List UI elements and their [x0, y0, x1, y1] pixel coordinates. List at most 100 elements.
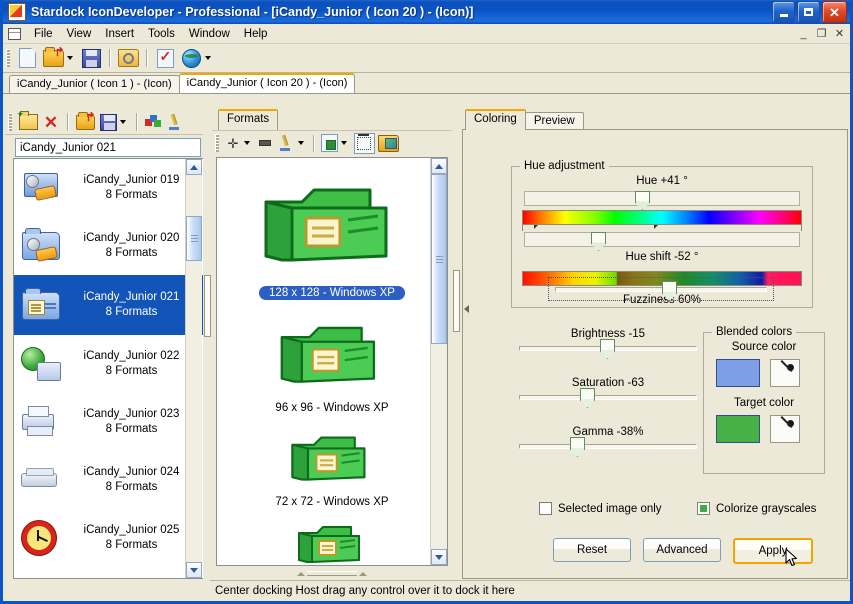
tab-preview[interactable]: Preview [525, 112, 584, 130]
gamma-slider-thumb[interactable] [570, 437, 585, 457]
splitter-right[interactable] [452, 110, 459, 579]
menu-window[interactable]: Window [182, 26, 237, 42]
scroll-down-button[interactable] [186, 562, 202, 578]
save-dropdown-icon[interactable] [120, 120, 126, 124]
selected-image-only-checkbox[interactable] [539, 502, 552, 515]
validate-icon[interactable] [152, 46, 178, 70]
formats-scroll-up-button[interactable] [431, 158, 447, 174]
list-item-formats: 8 Formats [68, 188, 195, 203]
fuzziness-slider-track[interactable] [555, 287, 767, 292]
splitter-grip[interactable] [204, 275, 211, 337]
target-color-swatch[interactable] [716, 415, 760, 443]
list-item[interactable]: iCandy_Junior 024 8 Formats [14, 451, 203, 509]
formats-scroll-down-button[interactable] [431, 549, 447, 565]
formats-scroll-thumb[interactable] [431, 174, 447, 344]
scroll-thumb[interactable] [186, 216, 202, 261]
open-icon[interactable]: ↱ [40, 46, 66, 70]
splitter-left[interactable] [203, 110, 210, 579]
tab-formats[interactable]: Formats [218, 109, 278, 130]
source-eyedropper-icon[interactable] [770, 359, 800, 387]
icon-list[interactable]: iCandy_Junior 019 8 Formats iCandy [13, 158, 204, 579]
format-item[interactable]: 96 x 96 - Windows XP [217, 308, 447, 414]
selected-image-only-row[interactable]: Selected image only [539, 502, 662, 515]
delete-icon[interactable]: ✕ [40, 110, 62, 134]
format-item[interactable] [217, 514, 447, 566]
mdi-close-button[interactable]: ✕ [833, 27, 846, 40]
menu-help[interactable]: Help [237, 26, 275, 42]
new-folder-icon[interactable] [16, 110, 40, 134]
brightness-slider-track[interactable] [519, 346, 697, 351]
align-icon[interactable] [352, 131, 376, 155]
format-preview-list[interactable]: 128 x 128 - Windows XP 96 x 96 - Wind [216, 157, 448, 566]
list-item[interactable]: iCandy_Junior 023 8 Formats [14, 393, 203, 451]
menu-insert[interactable]: Insert [98, 26, 141, 42]
brightness-slider-thumb[interactable] [600, 339, 615, 359]
colorize-grayscales-row[interactable]: Colorize grayscales [697, 502, 816, 515]
palette-icon[interactable] [142, 110, 164, 134]
formats-hscroll[interactable] [216, 568, 448, 579]
add-format-dropdown-icon[interactable] [244, 141, 250, 145]
formats-hscroll-grip[interactable] [297, 570, 367, 577]
list-item[interactable]: iCandy_Junior 019 8 Formats [14, 159, 203, 217]
open-folder-icon[interactable]: ↱ [73, 110, 97, 134]
add-format-icon[interactable]: ✛ [223, 131, 243, 155]
export-dropdown-icon[interactable] [341, 141, 347, 145]
collapse-arrow-icon[interactable] [464, 305, 469, 313]
toolbar-grip[interactable] [6, 49, 10, 67]
reset-button[interactable]: Reset [553, 538, 631, 562]
formats-toolbar-grip[interactable] [215, 134, 219, 152]
maximize-button[interactable] [797, 1, 820, 23]
target-eyedropper-icon[interactable] [770, 415, 800, 443]
library-toolbar-grip[interactable] [8, 113, 12, 131]
list-item[interactable]: iCandy_Junior 020 8 Formats [14, 217, 203, 275]
tab-coloring[interactable]: Coloring [465, 109, 526, 130]
icon-name-field[interactable]: iCandy_Junior 021 [15, 138, 201, 157]
mdi-minimize-button[interactable]: _ [797, 28, 810, 40]
hue-shift-slider-thumb[interactable] [591, 232, 606, 251]
apply-button[interactable]: Apply [733, 538, 813, 564]
source-color-swatch[interactable] [716, 359, 760, 387]
icon-list-scrollbar[interactable] [185, 159, 202, 578]
globe-icon[interactable] [178, 46, 204, 70]
colorize-grayscales-checkbox[interactable] [697, 502, 710, 515]
import-image-icon[interactable] [376, 131, 400, 155]
close-button[interactable]: ✕ [822, 1, 847, 23]
status-bar-left [3, 581, 210, 601]
mdi-restore-button[interactable]: ❐ [815, 27, 828, 40]
format-item[interactable]: 72 x 72 - Windows XP [217, 422, 447, 508]
mdi-tab-icon20[interactable]: iCandy_Junior ( Icon 20 ) - (Icon) [179, 73, 356, 93]
list-item-selected[interactable]: iCandy_Junior 021 8 Formats [14, 275, 203, 335]
saturation-slider-thumb[interactable] [580, 388, 595, 408]
menu-file[interactable]: File [27, 26, 60, 42]
gamma-slider-track[interactable] [519, 444, 697, 449]
remove-format-icon[interactable] [255, 131, 275, 155]
mdi-document-icon[interactable] [8, 28, 21, 40]
minimize-button[interactable] [772, 1, 795, 23]
scroll-up-button[interactable] [186, 159, 202, 175]
hue-shift-slider-track[interactable] [524, 232, 800, 247]
hue-slider-track[interactable] [524, 191, 800, 206]
hue-slider-thumb[interactable] [635, 191, 650, 210]
mdi-tab-icon1[interactable]: iCandy_Junior ( Icon 1 ) - (Icon) [9, 75, 180, 93]
list-item[interactable]: iCandy_Junior 022 8 Formats [14, 335, 203, 393]
search-folder-icon[interactable] [115, 46, 141, 70]
menu-view[interactable]: View [60, 26, 99, 42]
saturation-slider-track[interactable] [519, 395, 697, 400]
splitter-grip[interactable] [453, 270, 460, 332]
menu-tools[interactable]: Tools [141, 26, 182, 42]
formats-scrollbar[interactable] [430, 158, 447, 565]
fuzziness-slider-thumb[interactable] [662, 281, 677, 301]
export-image-icon[interactable] [318, 131, 340, 155]
save-icon[interactable] [78, 46, 104, 70]
edit-format-icon[interactable] [275, 131, 297, 155]
globe-dropdown-icon[interactable] [205, 56, 211, 60]
list-item[interactable]: iCandy_Junior 025 8 Formats [14, 509, 203, 567]
format-item[interactable]: 128 x 128 - Windows XP [217, 164, 447, 300]
brush-icon[interactable] [164, 110, 186, 134]
open-dropdown-icon[interactable] [67, 56, 73, 60]
new-icon[interactable] [14, 46, 40, 70]
edit-format-dropdown-icon[interactable] [298, 141, 304, 145]
advanced-button[interactable]: Advanced [643, 538, 721, 562]
save-library-icon[interactable] [97, 110, 119, 134]
panel-collapse-strip[interactable] [463, 130, 471, 578]
